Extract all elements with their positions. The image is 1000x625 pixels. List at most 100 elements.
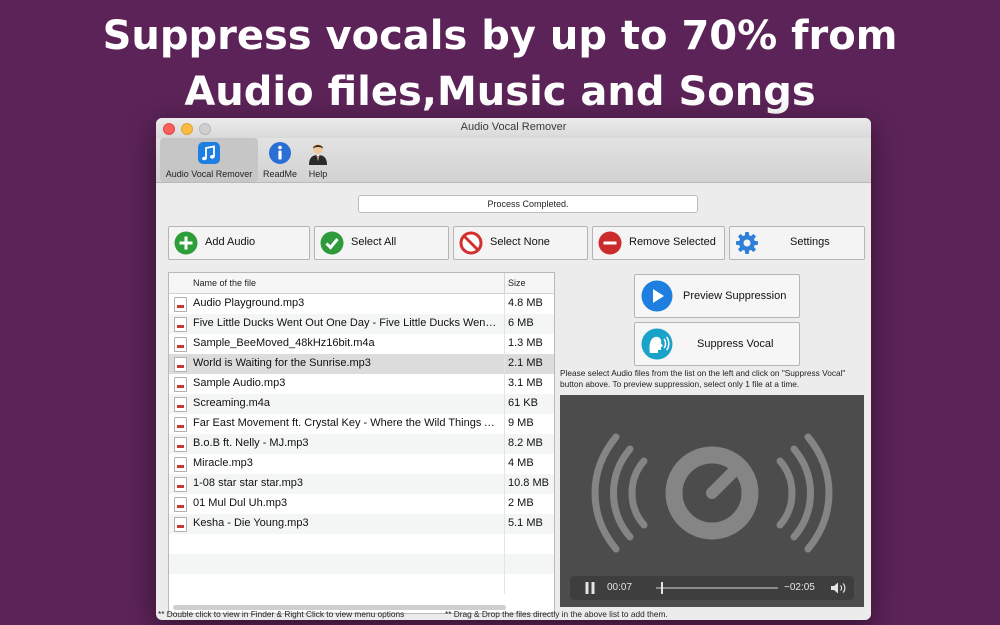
audio-file-icon xyxy=(174,337,187,352)
file-name: Audio Playground.mp3 xyxy=(193,297,305,309)
table-row[interactable]: 1-08 star star star.mp3 10.8 MB xyxy=(169,474,554,494)
minus-icon xyxy=(598,231,622,255)
toolbar-label: Help xyxy=(308,169,328,179)
file-size: 61 KB xyxy=(508,397,538,409)
suppress-vocal-label: Suppress Vocal xyxy=(697,338,774,350)
table-row[interactable]: Sample Audio.mp3 3.1 MB xyxy=(169,374,554,394)
toolbar-item-readme[interactable]: ReadMe xyxy=(260,138,300,182)
file-size: 2.1 MB xyxy=(508,357,543,369)
current-time: 00:07 xyxy=(607,582,633,593)
window-title: Audio Vocal Remover xyxy=(460,121,567,133)
progress-knob[interactable] xyxy=(661,582,664,594)
table-row[interactable]: Five Little Ducks Went Out One Day - Fiv… xyxy=(169,314,554,334)
quicktime-logo-icon xyxy=(591,433,833,553)
help-person-icon xyxy=(309,144,327,165)
select-none-button[interactable]: Select None xyxy=(453,226,588,260)
gear-icon xyxy=(736,232,758,254)
checkmark-icon xyxy=(320,231,344,255)
table-row[interactable]: 01 Mul Dul Uh.mp3 2 MB xyxy=(169,494,554,514)
file-name: Screaming.m4a xyxy=(193,397,271,409)
file-size: 1.3 MB xyxy=(508,337,543,349)
file-size: 10.8 MB xyxy=(508,477,549,489)
audio-file-icon xyxy=(174,377,187,392)
table-row-selected[interactable]: World is Waiting for the Sunrise.mp3 2.1 … xyxy=(169,354,554,374)
remaining-time: −02:05 xyxy=(784,582,815,593)
volume-icon[interactable] xyxy=(830,581,848,595)
audio-file-icon xyxy=(174,457,187,472)
footer-note-right: ** Drag & Drop the files directly in the… xyxy=(445,609,668,619)
preview-suppression-button[interactable]: Preview Suppression xyxy=(634,274,800,318)
select-all-button[interactable]: Select All xyxy=(314,226,449,260)
toolbar-label: ReadMe xyxy=(262,169,298,179)
suppress-vocal-button[interactable]: Suppress Vocal xyxy=(634,322,800,366)
headline-line-2: Audio files,Music and Songs xyxy=(184,69,816,115)
empty-row xyxy=(169,574,554,594)
toolbar: Audio Vocal Remover ReadMe Help xyxy=(156,138,871,183)
file-name: Kesha - Die Young.mp3 xyxy=(193,517,309,529)
audio-file-icon xyxy=(174,437,187,452)
file-name: Miracle.mp3 xyxy=(193,457,253,469)
column-header-size[interactable]: Size xyxy=(508,278,526,288)
plus-icon xyxy=(174,231,198,255)
file-size: 6 MB xyxy=(508,317,534,329)
settings-label: Settings xyxy=(790,236,830,248)
add-audio-button[interactable]: Add Audio xyxy=(168,226,310,260)
file-size: 3.1 MB xyxy=(508,377,543,389)
speaking-head-icon xyxy=(641,328,673,360)
select-none-label: Select None xyxy=(490,236,550,248)
select-all-label: Select All xyxy=(351,236,397,248)
empty-row xyxy=(169,554,554,574)
table-row[interactable]: Miracle.mp3 4 MB xyxy=(169,454,554,474)
status-field: Process Completed. xyxy=(358,195,698,213)
file-rows: Audio Playground.mp3 4.8 MB Five Little D… xyxy=(169,294,554,594)
file-name: 1-08 star star star.mp3 xyxy=(193,477,304,489)
headline-line-1: Suppress vocals by up to 70% from xyxy=(102,13,898,59)
remove-selected-button[interactable]: Remove Selected xyxy=(592,226,725,260)
file-name: B.o.B ft. Nelly - MJ.mp3 xyxy=(193,437,309,449)
music-note-icon xyxy=(198,142,220,164)
table-row[interactable]: Far East Movement ft. Crystal Key - Wher… xyxy=(169,414,554,434)
settings-button[interactable]: Settings xyxy=(729,226,865,260)
table-row[interactable]: B.o.B ft. Nelly - MJ.mp3 8.2 MB xyxy=(169,434,554,454)
file-name: Far East Movement ft. Crystal Key - Wher… xyxy=(193,417,499,429)
file-name: Five Little Ducks Went Out One Day - Fiv… xyxy=(193,317,499,329)
media-player[interactable]: 00:07 −02:05 xyxy=(560,395,864,607)
file-size: 8.2 MB xyxy=(508,437,543,449)
audio-file-icon xyxy=(174,477,187,492)
empty-row xyxy=(169,534,554,554)
audio-file-icon xyxy=(174,497,187,512)
audio-file-icon xyxy=(174,317,187,332)
file-size: 2 MB xyxy=(508,497,534,509)
preview-suppression-label: Preview Suppression xyxy=(683,290,787,302)
table-row[interactable]: Audio Playground.mp3 4.8 MB xyxy=(169,294,554,314)
instructions-text: Please select Audio files from the list … xyxy=(560,368,846,389)
toolbar-item-help[interactable]: Help xyxy=(302,138,334,182)
no-entry-icon xyxy=(459,231,483,255)
file-size: 5.1 MB xyxy=(508,517,543,529)
file-size: 9 MB xyxy=(508,417,534,429)
file-size: 4.8 MB xyxy=(508,297,543,309)
remove-selected-label: Remove Selected xyxy=(629,236,716,248)
file-list[interactable]: Name of the file Size Audio Playground.m… xyxy=(168,272,555,614)
file-name: Sample Audio.mp3 xyxy=(193,377,286,389)
table-row[interactable]: Sample_BeeMoved_48kHz16bit.m4a 1.3 MB xyxy=(169,334,554,354)
progress-track[interactable] xyxy=(656,587,778,589)
table-row[interactable]: Screaming.m4a 61 KB xyxy=(169,394,554,414)
app-window: Audio Vocal Remover Audio Vocal Remover … xyxy=(156,118,871,620)
audio-file-icon xyxy=(174,297,187,312)
file-name: Sample_BeeMoved_48kHz16bit.m4a xyxy=(193,337,375,349)
audio-file-icon xyxy=(174,357,187,372)
file-name: 01 Mul Dul Uh.mp3 xyxy=(193,497,288,509)
info-icon xyxy=(269,142,291,164)
table-row[interactable]: Kesha - Die Young.mp3 5.1 MB xyxy=(169,514,554,534)
file-name: World is Waiting for the Sunrise.mp3 xyxy=(193,357,371,369)
footer-note-left: ** Double click to view in Finder & Righ… xyxy=(158,609,405,619)
add-audio-label: Add Audio xyxy=(205,236,256,248)
pause-icon[interactable] xyxy=(584,582,596,594)
audio-file-icon xyxy=(174,417,187,432)
audio-file-icon xyxy=(174,397,187,412)
player-controls: 00:07 −02:05 xyxy=(570,576,854,600)
column-header-name[interactable]: Name of the file xyxy=(193,278,256,288)
toolbar-label: Audio Vocal Remover xyxy=(165,169,253,179)
toolbar-item-audio-vocal-remover[interactable]: Audio Vocal Remover xyxy=(160,138,258,182)
